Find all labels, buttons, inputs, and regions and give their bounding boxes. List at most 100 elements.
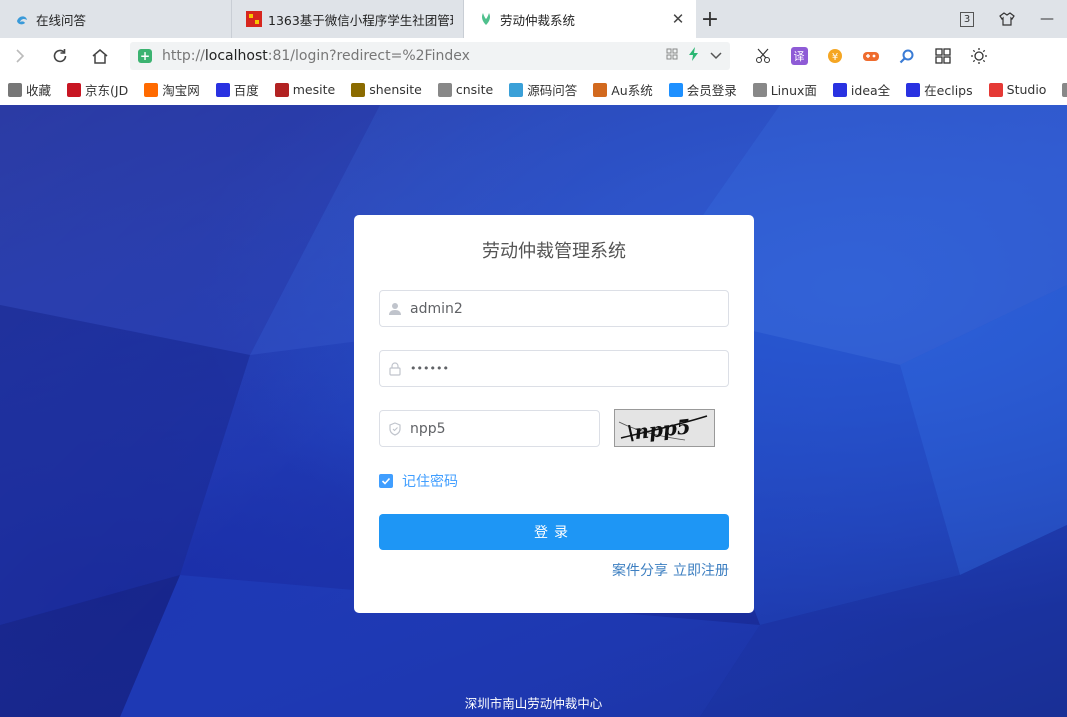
tab-spacer <box>724 0 947 38</box>
tab-zaixian-wenda[interactable]: 在线问答 <box>0 0 232 38</box>
bookmark-label: 淘宝网 <box>162 83 200 98</box>
bookmarks-bar: 收藏 京东(JD 淘宝网 百度 mesite shensite cnsite 源码问答 Au系统… <box>0 74 1067 106</box>
url-text: http://localhost:81/login?redirect=%2Fin… <box>162 48 470 64</box>
home-button[interactable] <box>80 38 120 74</box>
gamepad-icon[interactable] <box>860 45 882 67</box>
home-icon <box>92 49 108 64</box>
search-icon[interactable] <box>896 45 918 67</box>
minimize-button[interactable]: — <box>1027 0 1067 38</box>
bookmark-icon <box>668 82 683 97</box>
bookmark-item[interactable]: idea全 <box>825 74 898 105</box>
bookmark-item[interactable]: 在eclips <box>898 74 980 105</box>
bookmark-icon <box>906 82 921 97</box>
svg-text:¥: ¥ <box>832 52 838 63</box>
auth-links: 案件分享 立即注册 <box>612 560 729 580</box>
tab-bar: 在线问答 1363基于微信小程序学生社团管理 劳动仲裁系统 ✕ + 3 — <box>0 0 1067 38</box>
register-link[interactable]: 立即注册 <box>673 560 729 580</box>
extensions: 译 ¥ <box>752 45 990 67</box>
bookmark-label: 源码问答 <box>527 83 578 98</box>
scissors-icon[interactable] <box>752 45 774 67</box>
bookmark-icon <box>67 82 82 97</box>
bookmark-label: 收藏 <box>26 83 52 98</box>
tab-count-button[interactable]: 3 <box>947 0 987 38</box>
bookmark-item[interactable]: shensite <box>343 74 430 105</box>
checkbox-checked-icon[interactable] <box>379 474 393 488</box>
bookmark-item[interactable]: Studio <box>981 74 1055 105</box>
bookmark-label: Studio <box>1006 82 1047 97</box>
bookmark-icon <box>988 82 1003 97</box>
red-square-icon <box>246 11 262 27</box>
bookmark-item[interactable]: mesite <box>267 74 343 105</box>
translate-icon[interactable]: 译 <box>788 45 810 67</box>
bookmark-icon <box>832 82 847 97</box>
grid-icon[interactable] <box>666 48 678 64</box>
bookmark-item[interactable]: Linux面 <box>745 74 825 105</box>
plus-shield-icon: + <box>138 49 152 63</box>
bookmark-icon <box>8 82 22 97</box>
bookmark-icon <box>1062 82 1067 97</box>
bookmark-item[interactable]: 会员登录 <box>661 74 745 105</box>
chevron-down-icon[interactable] <box>710 49 722 64</box>
username-field[interactable]: admin2 <box>379 290 729 327</box>
bookmark-label: 京东(JD <box>85 83 129 98</box>
bookmark-label: 百度 <box>233 83 259 98</box>
password-field[interactable]: •••••• <box>379 350 729 387</box>
remember-password-checkbox[interactable]: 记住密码 <box>379 471 458 491</box>
forward-button[interactable] <box>0 38 40 74</box>
captcha-field[interactable]: npp5 <box>379 410 600 447</box>
new-tab-button[interactable]: + <box>696 0 724 38</box>
bookmark-item[interactable]: 京东(JD <box>59 74 136 105</box>
user-icon <box>380 302 410 316</box>
bookmark-icon <box>351 82 366 97</box>
shirt-icon[interactable] <box>987 0 1027 38</box>
vue-leaf-icon <box>478 11 494 27</box>
tab-title: 在线问答 <box>36 12 87 28</box>
footer-text: 深圳市南山劳动仲裁中心 <box>464 696 603 711</box>
captcha-value: npp5 <box>410 420 446 437</box>
login-button[interactable]: 登录 <box>379 514 729 550</box>
url-tools <box>666 47 722 65</box>
bookmark-label: 在eclips <box>924 83 973 98</box>
tab-laodong-zhongcai[interactable]: 劳动仲裁系统 ✕ <box>464 0 696 38</box>
bookmark-label: idea全 <box>850 83 891 98</box>
bookmark-item[interactable]: 收藏 <box>0 74 59 105</box>
bookmark-item[interactable]: hdfs文 <box>1054 74 1067 105</box>
captcha-image[interactable]: \npp5 <box>614 409 715 447</box>
bookmark-label: shensite <box>369 82 422 97</box>
bookmark-item[interactable]: cnsite <box>430 74 501 105</box>
chevron-right-icon <box>16 49 25 63</box>
bookmark-icon <box>593 82 608 97</box>
bookmark-label: 会员登录 <box>686 83 737 98</box>
bolt-icon[interactable] <box>688 47 700 65</box>
window-controls: 3 — <box>947 0 1067 38</box>
bookmark-item[interactable]: 源码问答 <box>501 74 585 105</box>
url-input[interactable]: + http://localhost:81/login?redirect=%2F… <box>130 42 730 70</box>
bookmark-item[interactable]: 百度 <box>208 74 267 105</box>
bookmark-label: mesite <box>292 82 336 97</box>
bookmark-label: Au系统 <box>611 83 653 98</box>
bookmark-label: cnsite <box>455 82 494 97</box>
tab-title: 1363基于微信小程序学生社团管理 <box>268 12 453 28</box>
case-share-link[interactable]: 案件分享 <box>612 560 668 580</box>
tab-wechat-club[interactable]: 1363基于微信小程序学生社团管理 <box>232 0 464 38</box>
shield-icon <box>380 421 410 436</box>
bookmark-icon <box>509 82 524 97</box>
reload-button[interactable] <box>40 38 80 74</box>
bookmark-item[interactable]: Au系统 <box>585 74 660 105</box>
swirl-icon <box>14 11 30 27</box>
remember-label: 记住密码 <box>402 474 458 490</box>
coin-icon[interactable]: ¥ <box>824 45 846 67</box>
bookmark-item[interactable]: 淘宝网 <box>136 74 208 105</box>
close-icon[interactable]: ✕ <box>670 10 686 28</box>
login-title: 劳动仲裁管理系统 <box>482 241 626 262</box>
tab-title: 劳动仲裁系统 <box>500 12 576 28</box>
apps-grid-icon[interactable] <box>932 45 954 67</box>
bookmark-icon <box>215 82 230 97</box>
password-value: •••••• <box>410 362 449 375</box>
address-bar: + http://localhost:81/login?redirect=%2F… <box>0 38 1067 74</box>
sun-icon[interactable] <box>968 45 990 67</box>
login-card: 劳动仲裁管理系统 admin2 •••••• npp5 \npp5 记住密码 登… <box>354 215 754 613</box>
bookmark-icon <box>144 82 159 97</box>
bookmark-icon <box>752 82 767 97</box>
bookmark-icon <box>437 82 452 97</box>
